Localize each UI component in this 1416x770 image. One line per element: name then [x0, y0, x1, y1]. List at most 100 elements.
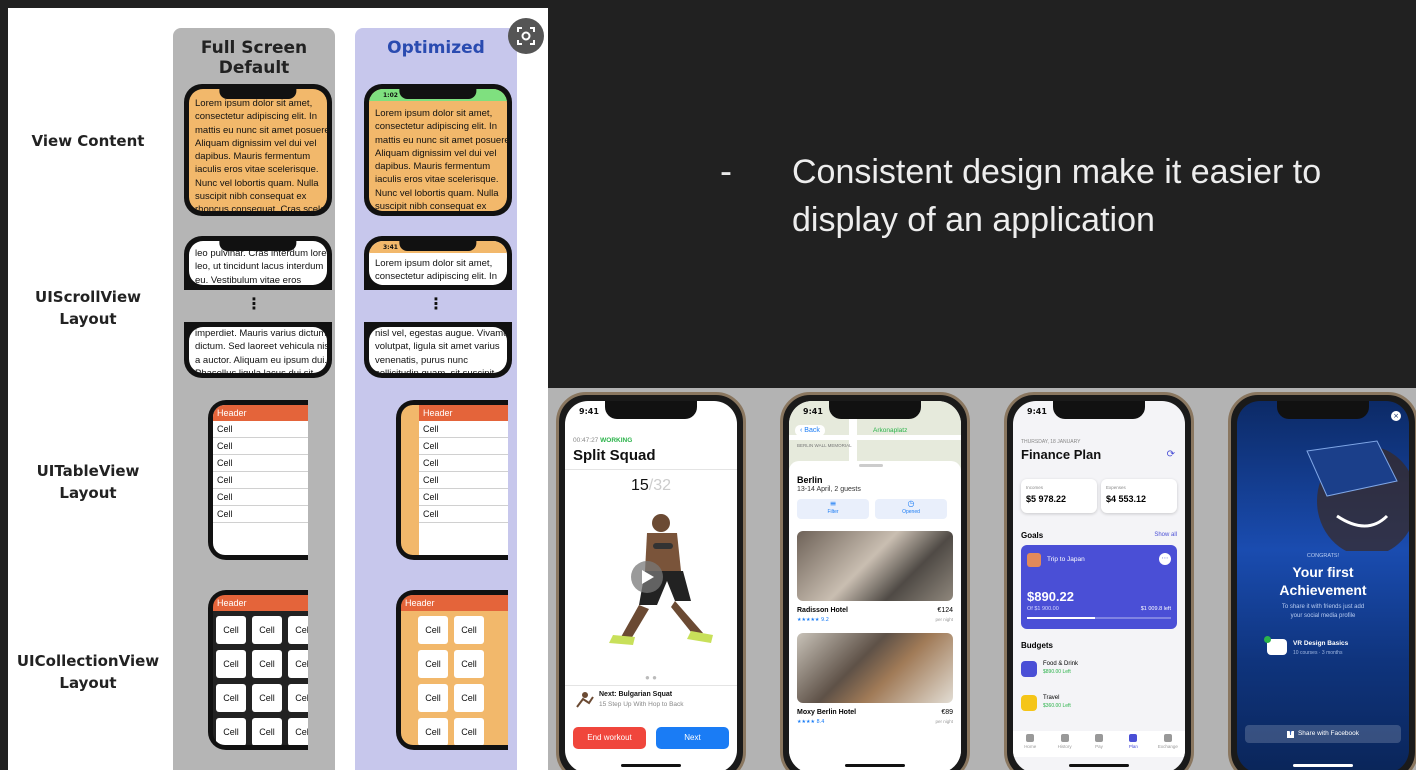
collection-cell[interactable]: Cell — [418, 616, 448, 644]
refresh-icon[interactable]: ⟳ — [1167, 449, 1175, 460]
collection-header: Header — [213, 595, 308, 611]
close-icon[interactable]: × — [1391, 411, 1401, 421]
achievement-title: Your first Achievement — [1237, 563, 1409, 599]
hotel-photo[interactable] — [797, 531, 953, 601]
lorem-line: Lorem ipsum dolor sit amet, — [375, 108, 493, 119]
table-cell[interactable]: Cell — [213, 455, 308, 472]
tab-plan[interactable]: Plan — [1116, 731, 1150, 757]
next-exercise-sub: 15 Step Up With Hop to Back — [599, 701, 684, 708]
collection-cell[interactable]: Cell — [216, 718, 246, 745]
lens-search-icon[interactable] — [508, 18, 544, 54]
collection-cell[interactable]: Cell — [288, 718, 308, 745]
rep-count: 15 — [630, 477, 649, 494]
hotel-name[interactable]: Radisson Hotel — [797, 607, 848, 614]
tab-exchange[interactable]: Exchange — [1151, 731, 1185, 757]
collection-cell[interactable]: Cell — [252, 616, 282, 644]
opened-button[interactable]: ◷ Opened — [875, 499, 947, 519]
collection-cell[interactable]: Cell — [216, 684, 246, 712]
play-button[interactable] — [631, 561, 663, 593]
table-cell[interactable]: Cell — [419, 472, 508, 489]
collection-cell[interactable]: Cell — [454, 650, 484, 678]
hotel-rating: ★★★★★ 9.2 — [797, 617, 829, 623]
expenses-card[interactable]: Expenses $4 553.12 — [1101, 479, 1177, 513]
back-label: Back — [804, 427, 820, 434]
next-button[interactable]: Next — [656, 727, 729, 749]
lorem-line: eu. Vestibulum vitae eros — [195, 274, 302, 285]
expenses-value: $4 553.12 — [1106, 494, 1147, 504]
collection-cell[interactable]: Cell — [418, 684, 448, 712]
collection-cell[interactable]: Cell — [252, 684, 282, 712]
collection-cell[interactable]: Cell — [454, 718, 484, 745]
collection-cell[interactable]: Cell — [418, 650, 448, 678]
table-cell[interactable]: Cell — [419, 438, 508, 455]
tab-pay[interactable]: Pay — [1082, 731, 1116, 757]
more-icon[interactable]: ⋯ — [1159, 553, 1171, 565]
share-facebook-button[interactable]: f Share with Facebook — [1245, 725, 1401, 743]
collection-view: HeaderCellCellCellCellCellCellCellCellCe… — [213, 595, 308, 745]
home-indicator — [845, 764, 905, 767]
budget-left: $890.00 Left — [1043, 669, 1071, 675]
tab-history[interactable]: History — [1047, 731, 1081, 757]
collection-cell[interactable]: Cell — [454, 616, 484, 644]
lorem-line: imperdiet. Mauris varius dictum — [195, 328, 327, 339]
table-cell[interactable]: Cell — [213, 421, 308, 438]
next-exercise-title: Next: Bulgarian Squat — [599, 691, 673, 698]
goal-card[interactable]: Trip to Japan ⋯ $890.22 Of $1 900.00 $1 … — [1021, 545, 1177, 629]
collection-cell[interactable]: Cell — [216, 650, 246, 678]
table-cell[interactable]: Cell — [213, 438, 308, 455]
collection-cell[interactable]: Cell — [216, 616, 246, 644]
lorem-line: dapibus. Mauris fermentum — [195, 151, 311, 163]
tab-pay-icon — [1095, 734, 1104, 742]
table-cell[interactable]: Cell — [419, 489, 508, 506]
table-default-phone: Header Cell Cell Cell Cell Cell Cell — [208, 400, 308, 560]
table-cell[interactable]: Cell — [419, 455, 508, 472]
table-cell[interactable]: Cell — [213, 489, 308, 506]
collection-cell[interactable]: Cell — [454, 684, 484, 712]
subtitle-line: To share it with friends just add — [1281, 604, 1365, 610]
collection-cell[interactable]: Cell — [288, 616, 308, 644]
incomes-value: $5 978.22 — [1026, 494, 1067, 504]
title-line: Achievement — [1279, 582, 1367, 598]
lorem-line: Phasellus ligula lacus dui sit — [195, 367, 321, 373]
table-optimized-phone: Header Cell Cell Cell Cell Cell Cell — [396, 400, 508, 560]
hotel-name[interactable]: Moxy Berlin Hotel — [797, 709, 856, 716]
filter-label: Filter — [827, 509, 839, 515]
city-title: Berlin — [797, 475, 823, 485]
collection-cell[interactable]: Cell — [252, 650, 282, 678]
vr-headset-image — [1306, 440, 1409, 551]
budget-name: Food & Drink — [1043, 661, 1079, 667]
lorem-line: mattis eu nunc sit amet posuere. — [195, 124, 327, 136]
collection-cell[interactable]: Cell — [418, 718, 448, 745]
bullet-marker: - — [720, 150, 732, 191]
collection-cell[interactable]: Cell — [252, 718, 282, 745]
collection-cell[interactable]: Cell — [288, 650, 308, 678]
sheet-grabber[interactable] — [859, 464, 883, 467]
collection-header: Header — [401, 595, 508, 611]
tab-plan-icon — [1129, 734, 1138, 742]
table-cell[interactable]: Cell — [419, 421, 508, 438]
workout-button-row: End workout Next — [573, 727, 729, 749]
filter-button[interactable]: ≡ Filter — [797, 499, 869, 519]
budget-left: $360.00 Left — [1043, 703, 1071, 709]
budget-item[interactable]: Food & Drink $890.00 Left — [1021, 657, 1177, 685]
show-all-link[interactable]: Show all — [1154, 532, 1177, 538]
table-cell[interactable]: Cell — [419, 506, 508, 523]
end-workout-button[interactable]: End workout — [573, 727, 646, 749]
table-cell[interactable]: Cell — [213, 472, 308, 489]
row-label-line: UICollectionView — [16, 652, 160, 670]
collection-cell[interactable]: Cell — [288, 684, 308, 712]
hotel-photo[interactable] — [797, 633, 953, 703]
table-cell[interactable]: Cell — [213, 506, 308, 523]
budget-item[interactable]: Travel $360.00 Left — [1021, 691, 1177, 719]
collection-view: Header Cell CellCell CellCell CellCell Cell — [401, 595, 508, 745]
tab-home[interactable]: Home — [1013, 731, 1047, 757]
phone-notch — [219, 241, 297, 251]
lorem-line: consectetur adipiscing elit. In — [195, 111, 317, 123]
incomes-card[interactable]: Incomes $5 978.22 — [1021, 479, 1097, 513]
lorem-line: consectetur adipiscing elit. In — [375, 121, 497, 133]
status-time: 9:41 — [1027, 407, 1047, 416]
lorem-line: suscipit nibh consequat ex — [375, 201, 487, 211]
lorem-text: nisl vel, egestas augue. Vivamus volutpat… — [375, 327, 507, 373]
filter-icon: ≡ — [829, 499, 837, 508]
back-button[interactable]: ‹ Back — [795, 425, 825, 436]
